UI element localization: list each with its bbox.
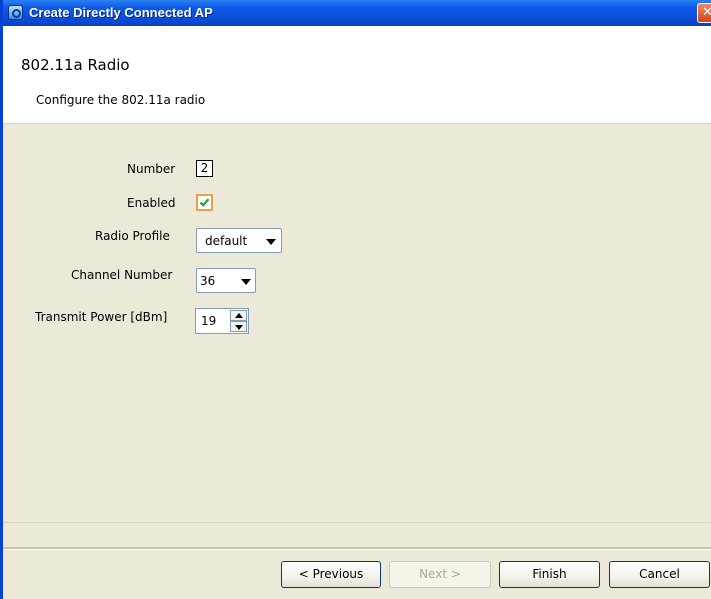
window-title: Create Directly Connected AP <box>29 5 213 20</box>
wizard-window: Create Directly Connected AP ✕ 802.11a R… <box>0 0 711 599</box>
transmit-power-spinner[interactable]: 19 <box>195 308 249 334</box>
previous-button[interactable]: < Previous <box>281 561 381 588</box>
app-icon <box>8 5 23 20</box>
channel-number-select[interactable]: 36 <box>196 268 256 293</box>
channel-number-value: 36 <box>200 274 216 288</box>
close-icon: ✕ <box>702 5 711 20</box>
radio-profile-value: default <box>205 234 248 248</box>
enabled-label: Enabled <box>127 196 176 210</box>
page-description: Configure the 802.11a radio <box>36 93 206 107</box>
cancel-button[interactable]: Cancel <box>609 561 710 588</box>
divider <box>3 522 711 523</box>
radio-profile-select[interactable]: default <box>196 228 282 253</box>
divider <box>3 547 711 550</box>
enabled-checkbox[interactable] <box>196 194 213 211</box>
next-button[interactable]: Next > <box>389 561 491 588</box>
chevron-down-icon <box>241 279 251 285</box>
channel-number-label: Channel Number <box>71 268 173 282</box>
spinner-up-button[interactable] <box>230 310 247 321</box>
finish-button[interactable]: Finish <box>499 561 600 588</box>
spinner-down-button[interactable] <box>230 321 247 332</box>
chevron-down-icon <box>266 239 276 245</box>
transmit-power-label: Transmit Power [dBm] <box>35 310 168 324</box>
radio-profile-label: Radio Profile <box>95 229 170 243</box>
close-button[interactable]: ✕ <box>697 3 711 23</box>
title-bar[interactable]: Create Directly Connected AP <box>3 0 711 26</box>
number-field[interactable]: 2 <box>196 160 213 177</box>
page-title: 802.11a Radio <box>21 56 130 74</box>
number-label: Number <box>127 162 176 176</box>
transmit-power-value: 19 <box>201 314 217 328</box>
wizard-header: 802.11a Radio Configure the 802.11a radi… <box>3 26 711 124</box>
checkmark-icon <box>199 198 210 207</box>
